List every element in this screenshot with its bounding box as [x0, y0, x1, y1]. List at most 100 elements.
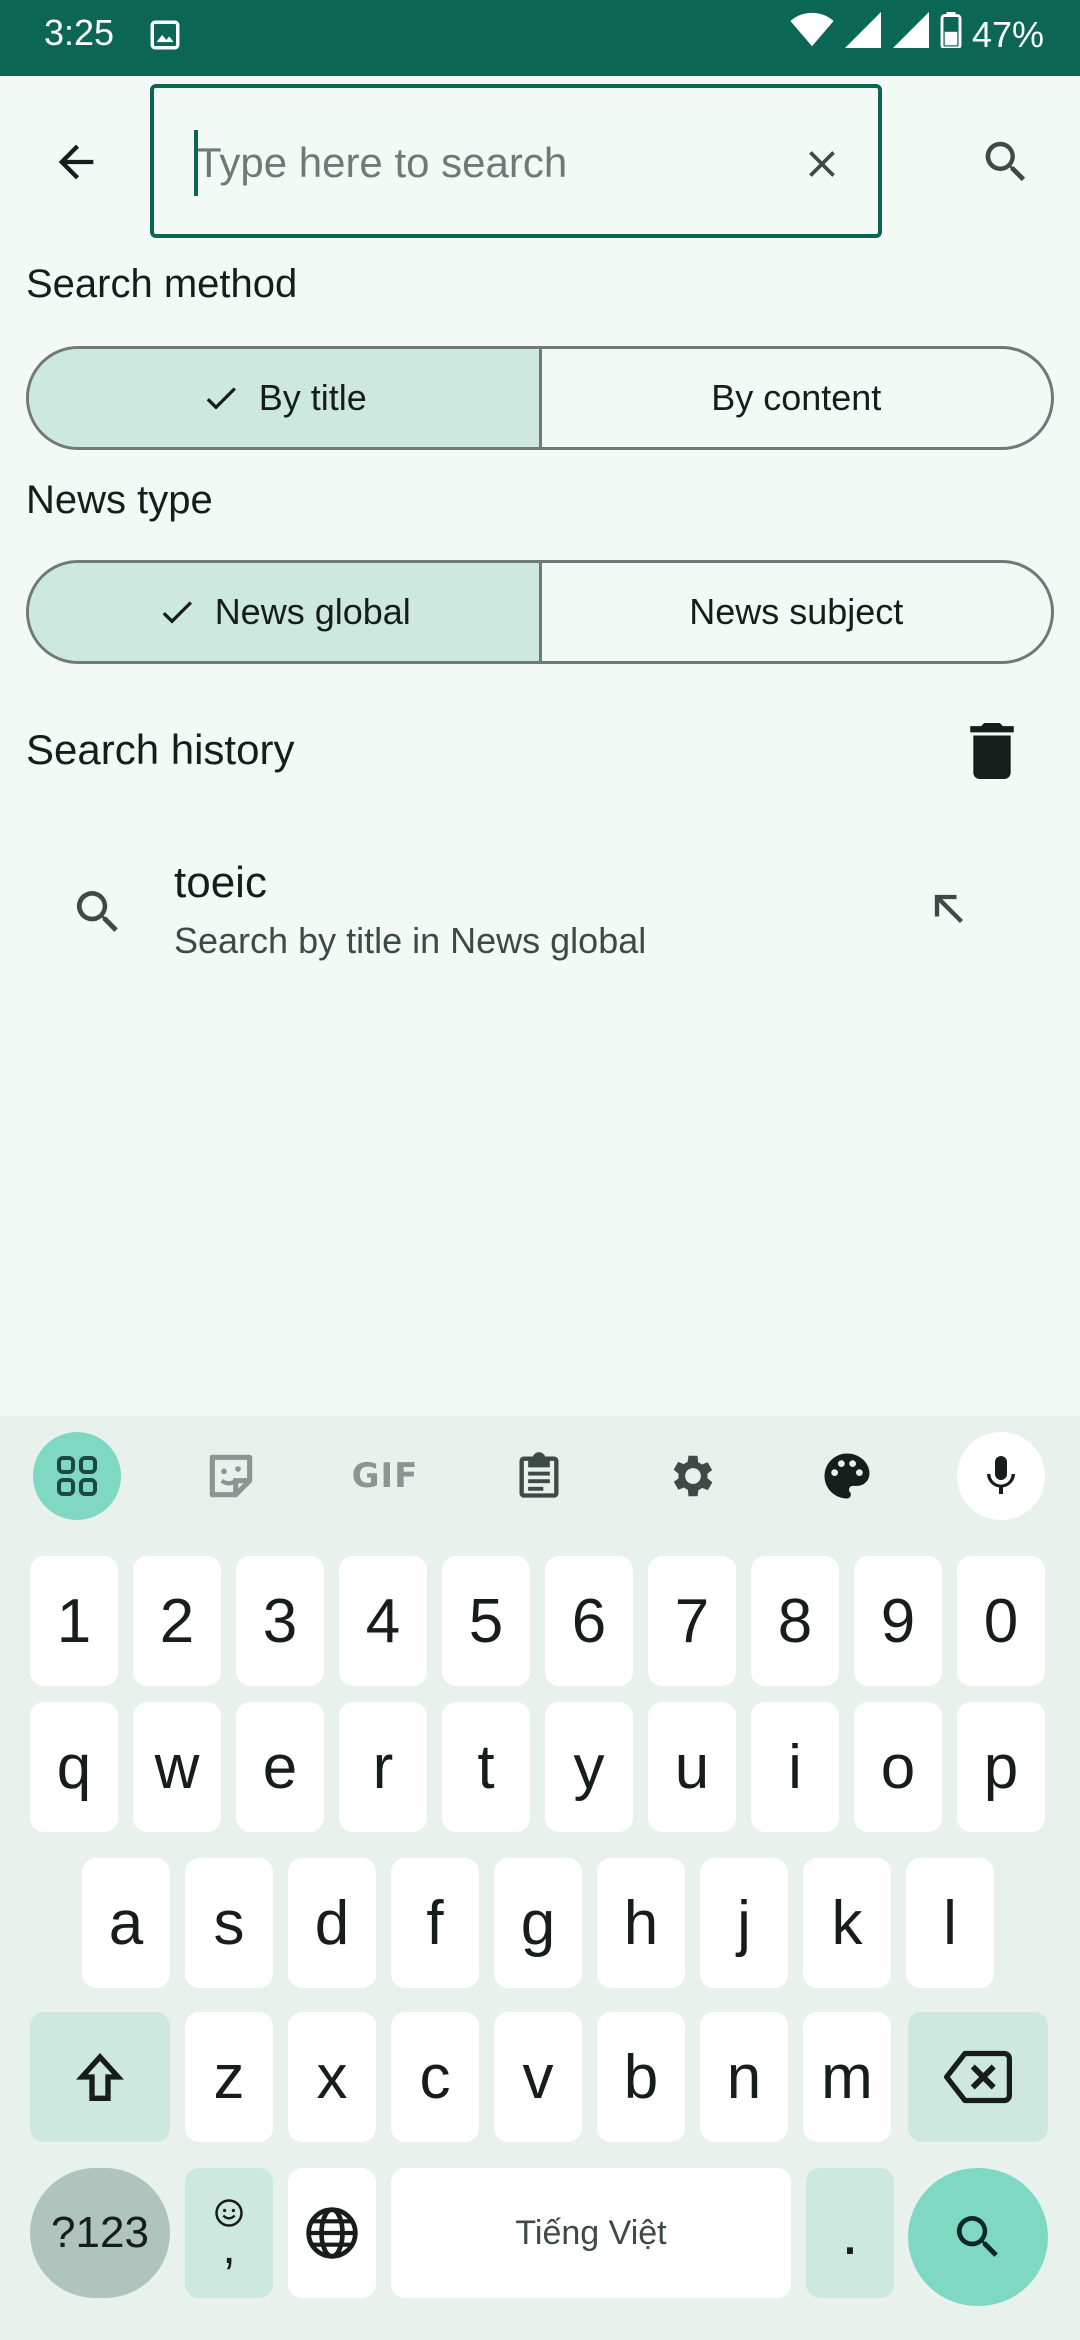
search-icon [985, 141, 1026, 182]
battery-icon [940, 12, 962, 57]
key-s[interactable]: s [185, 1858, 273, 1988]
key-i[interactable]: i [751, 1702, 839, 1832]
status-time: 3:25 [44, 12, 115, 53]
news-type-label: News type [26, 478, 213, 522]
segment-by-content[interactable]: By content [538, 349, 1052, 447]
key-h[interactable]: h [597, 1858, 685, 1988]
key-6[interactable]: 6 [545, 1556, 633, 1686]
language-key[interactable] [288, 2168, 376, 2298]
key-4[interactable]: 4 [339, 1556, 427, 1686]
key-n[interactable]: n [700, 2012, 788, 2142]
key-p[interactable]: p [957, 1702, 1045, 1832]
trash-icon [970, 723, 1014, 779]
key-c[interactable]: c [391, 2012, 479, 2142]
gif-label: GIF [351, 1456, 419, 1496]
clipboard-icon[interactable] [495, 1432, 583, 1520]
keyboard-toolbar: GIF [0, 1416, 1080, 1536]
key-o[interactable]: o [854, 1702, 942, 1832]
key-x[interactable]: x [288, 2012, 376, 2142]
search-icon [956, 2216, 998, 2257]
shift-key[interactable] [30, 2012, 170, 2142]
mic-icon[interactable] [957, 1432, 1045, 1520]
arrow-left-icon [58, 144, 94, 180]
search-method-segmented: By title By content [26, 346, 1054, 450]
key-7[interactable]: 7 [648, 1556, 736, 1686]
search-action-key[interactable] [908, 2168, 1048, 2306]
globe-icon [306, 2207, 358, 2259]
keyboard: GIF 1 2 3 4 5 6 7 8 9 0 q w e r t y u i … [0, 1416, 1080, 2340]
history-subtitle: Search by title in News global [174, 920, 647, 961]
key-b[interactable]: b [597, 2012, 685, 2142]
palette-icon[interactable] [803, 1432, 891, 1520]
shift-icon [76, 2053, 124, 2101]
key-e[interactable]: e [236, 1702, 324, 1832]
fill-query-button[interactable] [920, 880, 980, 940]
key-y[interactable]: y [545, 1702, 633, 1832]
check-icon [206, 387, 236, 410]
key-g[interactable]: g [494, 1858, 582, 1988]
wifi-icon [790, 12, 834, 57]
search-icon [70, 884, 126, 940]
segment-news-subject[interactable]: News subject [538, 563, 1052, 661]
space-key[interactable]: Tiếng Việt [391, 2168, 791, 2298]
segment-by-title[interactable]: By title [29, 349, 539, 447]
status-icons: 47% [790, 12, 1044, 57]
segment-label: News global [214, 591, 411, 632]
symbols-key[interactable]: ?123 [30, 2168, 170, 2298]
search-button[interactable] [970, 126, 1042, 198]
segment-label: By title [258, 377, 367, 418]
arrow-up-left-icon [934, 894, 963, 923]
key-l[interactable]: l [906, 1858, 994, 1988]
news-type-segmented: News global News subject [26, 560, 1054, 664]
key-v[interactable]: v [494, 2012, 582, 2142]
search-method-label: Search method [26, 262, 298, 306]
key-m[interactable]: m [803, 2012, 891, 2142]
key-3[interactable]: 3 [236, 1556, 324, 1686]
key-q[interactable]: q [30, 1702, 118, 1832]
key-0[interactable]: 0 [957, 1556, 1045, 1686]
apps-icon[interactable] [33, 1432, 121, 1520]
period-key[interactable]: . [806, 2168, 894, 2298]
search-history-title: Search history [26, 726, 295, 773]
search-input[interactable] [190, 128, 750, 198]
key-z[interactable]: z [185, 2012, 273, 2142]
image-icon [148, 18, 182, 52]
comma-label: , [222, 2221, 236, 2274]
status-bar: 3:25 47% [0, 0, 1080, 76]
key-d[interactable]: d [288, 1858, 376, 1988]
segment-label: News subject [689, 591, 904, 632]
text-cursor [194, 130, 198, 196]
signal-icon [844, 12, 882, 57]
search-field[interactable] [150, 84, 882, 238]
key-1[interactable]: 1 [30, 1556, 118, 1686]
clear-button[interactable] [796, 138, 848, 190]
key-u[interactable]: u [648, 1702, 736, 1832]
back-button[interactable] [40, 126, 112, 198]
key-k[interactable]: k [803, 1858, 891, 1988]
signal-icon-2 [892, 12, 930, 57]
close-icon [809, 151, 835, 177]
segment-news-global[interactable]: News global [29, 563, 539, 661]
clear-history-button[interactable] [964, 718, 1020, 784]
gif-button[interactable]: GIF [341, 1432, 429, 1520]
key-a[interactable]: a [82, 1858, 170, 1988]
key-r[interactable]: r [339, 1702, 427, 1832]
backspace-key[interactable] [908, 2012, 1048, 2142]
key-f[interactable]: f [391, 1858, 479, 1988]
key-w[interactable]: w [133, 1702, 221, 1832]
history-query: toeic [174, 858, 267, 907]
backspace-icon [944, 2050, 1012, 2104]
key-t[interactable]: t [442, 1702, 530, 1832]
segment-label: By content [711, 377, 882, 418]
key-j[interactable]: j [700, 1858, 788, 1988]
key-2[interactable]: 2 [133, 1556, 221, 1686]
settings-icon[interactable] [649, 1432, 737, 1520]
key-5[interactable]: 5 [442, 1556, 530, 1686]
key-9[interactable]: 9 [854, 1556, 942, 1686]
battery-percent: 47% [971, 13, 1044, 55]
check-icon [162, 601, 192, 624]
sticker-icon[interactable] [187, 1432, 275, 1520]
emoji-comma-key[interactable]: , [185, 2168, 273, 2298]
key-8[interactable]: 8 [751, 1556, 839, 1686]
history-item[interactable]: toeic Search by title in News global [0, 840, 1080, 980]
